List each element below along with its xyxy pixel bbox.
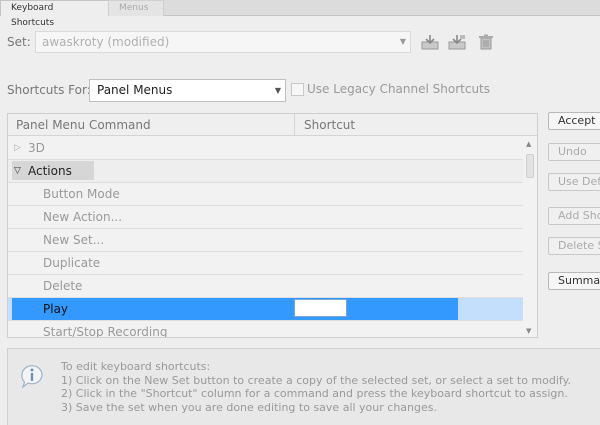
- scroll-down-icon[interactable]: ▼: [526, 327, 531, 335]
- shortcuts-for-label: Shortcuts For:: [7, 83, 91, 97]
- legacy-checkbox[interactable]: [291, 83, 304, 96]
- shortcuts-for-value: Panel Menus: [97, 83, 173, 97]
- row-label: Delete: [43, 279, 83, 293]
- table-rows: ▷ 3D ▽ Actions Button Mode New Action...…: [8, 137, 523, 338]
- info-line: 3) Save the set when you are done editin…: [61, 400, 437, 414]
- chevron-down-icon: ▼: [274, 86, 281, 95]
- table-row[interactable]: Start/Stop Recording: [8, 321, 523, 338]
- scroll-up-icon[interactable]: ▲: [526, 140, 531, 148]
- chevron-down-icon: ▼: [399, 37, 406, 46]
- info-text: To edit keyboard shortcuts: 1) Click on …: [61, 360, 571, 414]
- use-default-button[interactable]: Use Default: [548, 173, 600, 191]
- save-set-as-icon[interactable]: [448, 34, 466, 50]
- table-row-group-actions[interactable]: ▽ Actions: [8, 160, 523, 183]
- column-header-shortcut[interactable]: Shortcut: [304, 118, 355, 132]
- info-line: 2) Click in the "Shortcut" column for a …: [61, 387, 568, 400]
- info-panel: To edit keyboard shortcuts: 1) Click on …: [7, 348, 600, 425]
- table-row[interactable]: Button Mode: [8, 183, 523, 206]
- table-row-group-3d[interactable]: ▷ 3D: [8, 137, 523, 160]
- table-header: Panel Menu Command Shortcut: [8, 114, 537, 136]
- delete-set-icon[interactable]: [477, 34, 495, 50]
- set-select[interactable]: awaskroty (modified) ▼: [35, 31, 411, 53]
- vertical-scrollbar[interactable]: ▲ ▼: [523, 137, 537, 337]
- disclosure-open-icon[interactable]: ▽: [14, 160, 21, 182]
- row-label: Start/Stop Recording: [43, 325, 168, 338]
- summarize-button[interactable]: Summarize: [548, 272, 600, 290]
- shortcuts-table: Panel Menu Command Shortcut ▷ 3D ▽ Actio…: [7, 113, 538, 338]
- tab-bar: Keyboard Shortcuts Menus: [0, 0, 600, 28]
- column-header-command[interactable]: Panel Menu Command: [16, 118, 151, 132]
- tab-keyboard-shortcuts[interactable]: Keyboard Shortcuts: [0, 0, 110, 28]
- disclosure-closed-icon[interactable]: ▷: [14, 137, 21, 159]
- set-label: Set:: [7, 35, 31, 49]
- row-label: Actions: [28, 164, 72, 178]
- column-divider[interactable]: [294, 114, 295, 135]
- table-row-selected[interactable]: Play: [8, 298, 523, 321]
- table-row[interactable]: Duplicate: [8, 252, 523, 275]
- table-row[interactable]: New Action...: [8, 206, 523, 229]
- legacy-checkbox-label: Use Legacy Channel Shortcuts: [307, 82, 491, 96]
- table-row[interactable]: New Set...: [8, 229, 523, 252]
- row-label: 3D: [28, 141, 45, 155]
- add-shortcut-button[interactable]: Add Shortcut: [548, 207, 600, 225]
- accept-button[interactable]: Accept: [548, 112, 600, 130]
- delete-shortcut-button[interactable]: Delete Shortcut: [548, 237, 600, 255]
- row-label: Play: [43, 302, 69, 316]
- info-line: To edit keyboard shortcuts:: [61, 360, 211, 373]
- row-label: New Set...: [43, 233, 105, 247]
- info-icon: [21, 365, 43, 389]
- tab-menus[interactable]: Menus: [108, 0, 164, 16]
- table-row[interactable]: Delete: [8, 275, 523, 298]
- save-set-icon[interactable]: [421, 34, 439, 50]
- set-select-value: awaskroty (modified): [42, 35, 170, 49]
- selection-highlight: [12, 298, 458, 320]
- row-label: New Action...: [43, 210, 123, 224]
- row-label: Button Mode: [43, 187, 120, 201]
- info-line: 1) Click on the New Set button to create…: [61, 373, 572, 387]
- row-label: Duplicate: [43, 256, 101, 270]
- undo-button[interactable]: Undo: [548, 143, 600, 161]
- shortcut-input[interactable]: [294, 299, 347, 317]
- scrollbar-thumb[interactable]: [526, 154, 534, 178]
- shortcuts-for-select[interactable]: Panel Menus ▼: [89, 79, 286, 102]
